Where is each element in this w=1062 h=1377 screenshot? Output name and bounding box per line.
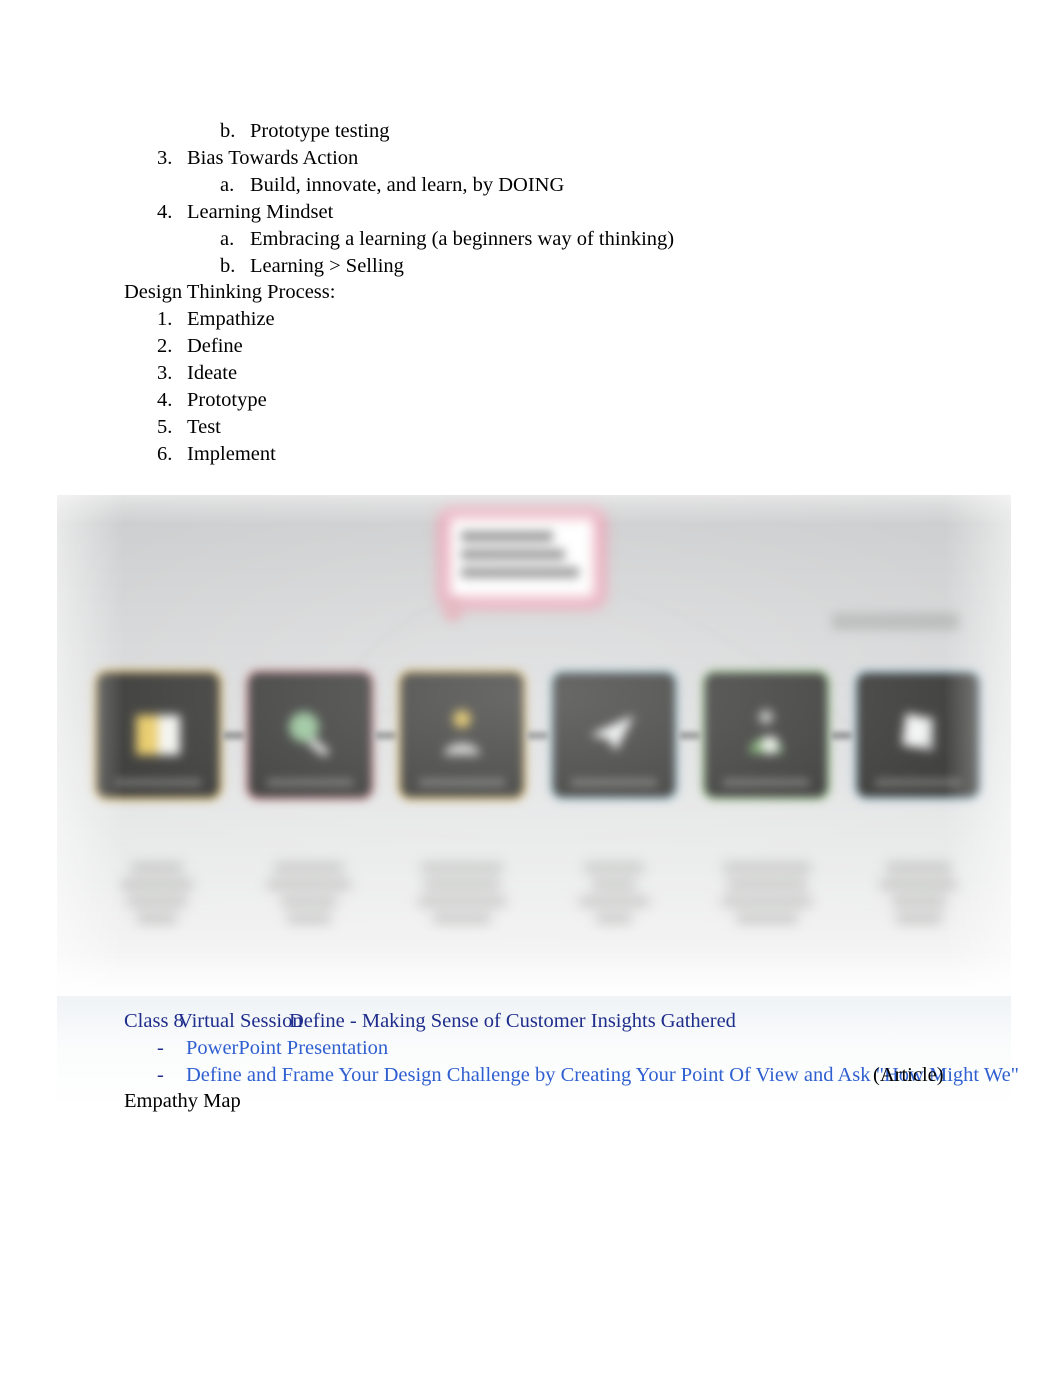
person-idea-icon-glyph <box>444 710 480 755</box>
list-item-label: Build, innovate, and learn, by DOING <box>250 173 565 196</box>
figure-caption-block <box>398 863 526 929</box>
flag-icon-glyph <box>902 713 933 751</box>
session-topic-label: Define - Making Sense of Customer Insigh… <box>289 1010 736 1032</box>
list-marker: 2. <box>157 335 173 358</box>
list-item-label: Implement <box>187 442 276 465</box>
list-item-label: Embracing a learning (a beginners way of… <box>250 227 675 250</box>
empathy-map-heading: Empathy Map <box>124 1090 241 1112</box>
person-target-icon <box>701 669 831 801</box>
list-marker: 4. <box>157 200 173 223</box>
arrow-connector <box>223 731 245 739</box>
list-marker: 6. <box>157 442 173 465</box>
course-header-row: Class 8 Virtual Session Define - Making … <box>124 1008 1024 1035</box>
list-item: 4. Learning Mindset <box>124 199 1004 226</box>
list-marker: a. <box>220 173 235 196</box>
book-icon-glyph <box>136 715 180 755</box>
list-item: 6. Implement <box>124 441 1004 468</box>
document-page: b. Prototype testing 3. Bias Towards Actio… <box>0 0 1062 1377</box>
list-item-label: Empathize <box>187 308 275 331</box>
figure-caption-row <box>93 863 983 943</box>
figure-caption-block <box>855 863 983 929</box>
document-text-body: b. Prototype testing 3. Bias Towards Actio… <box>124 118 1004 468</box>
magnifier-icon <box>245 669 375 801</box>
arrow-connector <box>527 731 549 739</box>
list-marker: b. <box>220 120 236 142</box>
list-item[interactable]: - PowerPoint Presentation <box>124 1035 1024 1062</box>
list-item: 5. Test <box>124 414 1004 441</box>
arrow-connector <box>831 731 853 739</box>
list-item: a. Embracing a learning (a beginners way … <box>124 226 1004 253</box>
figure-tile-row <box>93 667 983 803</box>
dash-bullet-icon: - <box>157 1064 164 1086</box>
paper-plane-icon <box>549 669 679 801</box>
list-item-label: Prototype <box>187 389 267 412</box>
list-item: b. Learning > Selling <box>124 253 1004 280</box>
list-marker: 3. <box>157 146 173 169</box>
list-marker: b. <box>220 254 236 277</box>
arrow-connector <box>679 731 701 739</box>
list-item: 2. Define <box>124 333 1004 360</box>
class-label: Class 8 <box>124 1010 184 1032</box>
figure-title-text-lines <box>461 531 587 589</box>
flag-icon <box>853 669 983 801</box>
arrow-connector <box>375 731 397 739</box>
list-item-label: Prototype testing <box>250 120 390 142</box>
book-icon <box>93 669 223 801</box>
course-links-block: Class 8 Virtual Session Define - Making … <box>124 1008 1024 1089</box>
design-thinking-process-infographic <box>57 495 1011 995</box>
person-target-icon-glyph <box>749 710 783 754</box>
list-item: b. Prototype testing <box>124 118 1004 145</box>
figure-caption-block <box>93 863 221 929</box>
resource-link[interactable]: PowerPoint Presentation <box>186 1035 388 1062</box>
list-marker: 4. <box>157 389 173 412</box>
list-item: 3. Bias Towards Action <box>124 145 1004 172</box>
list-item[interactable]: - Define and Frame Your Design Challenge… <box>124 1062 1024 1089</box>
figure-caption-block <box>245 863 373 929</box>
article-annotation: (Article) <box>873 1064 944 1086</box>
figure-corner-label <box>832 613 960 630</box>
paper-plane-icon-glyph <box>590 715 634 751</box>
dash-bullet-icon: - <box>157 1037 164 1059</box>
list-marker: a. <box>220 227 235 250</box>
list-item-label: Learning > Selling <box>250 254 404 277</box>
list-item-label: Bias Towards Action <box>187 146 359 169</box>
list-item-label: Ideate <box>187 362 238 385</box>
list-item: 3. Ideate <box>124 360 1004 387</box>
list-item: 1. Empathize <box>124 306 1004 333</box>
list-marker: 1. <box>157 308 173 331</box>
person-idea-icon <box>397 669 527 801</box>
list-item-label: Define <box>187 335 243 358</box>
list-marker: 3. <box>157 362 173 385</box>
list-item: 4. Prototype <box>124 387 1004 414</box>
list-marker: 5. <box>157 415 173 438</box>
figure-caption-block <box>550 863 678 929</box>
session-type-label: Virtual Session <box>178 1010 303 1032</box>
figure-caption-block <box>703 863 831 929</box>
list-item-label: Test <box>187 415 221 438</box>
figure-card-dot <box>443 600 463 622</box>
list-item-label: Learning Mindset <box>187 200 334 223</box>
list-item: a. Build, innovate, and learn, by DOING <box>124 172 1004 199</box>
section-heading: Design Thinking Process: <box>124 279 1004 306</box>
section-heading-label: Design Thinking Process: <box>124 281 336 304</box>
magnifier-icon-glyph <box>289 712 329 756</box>
